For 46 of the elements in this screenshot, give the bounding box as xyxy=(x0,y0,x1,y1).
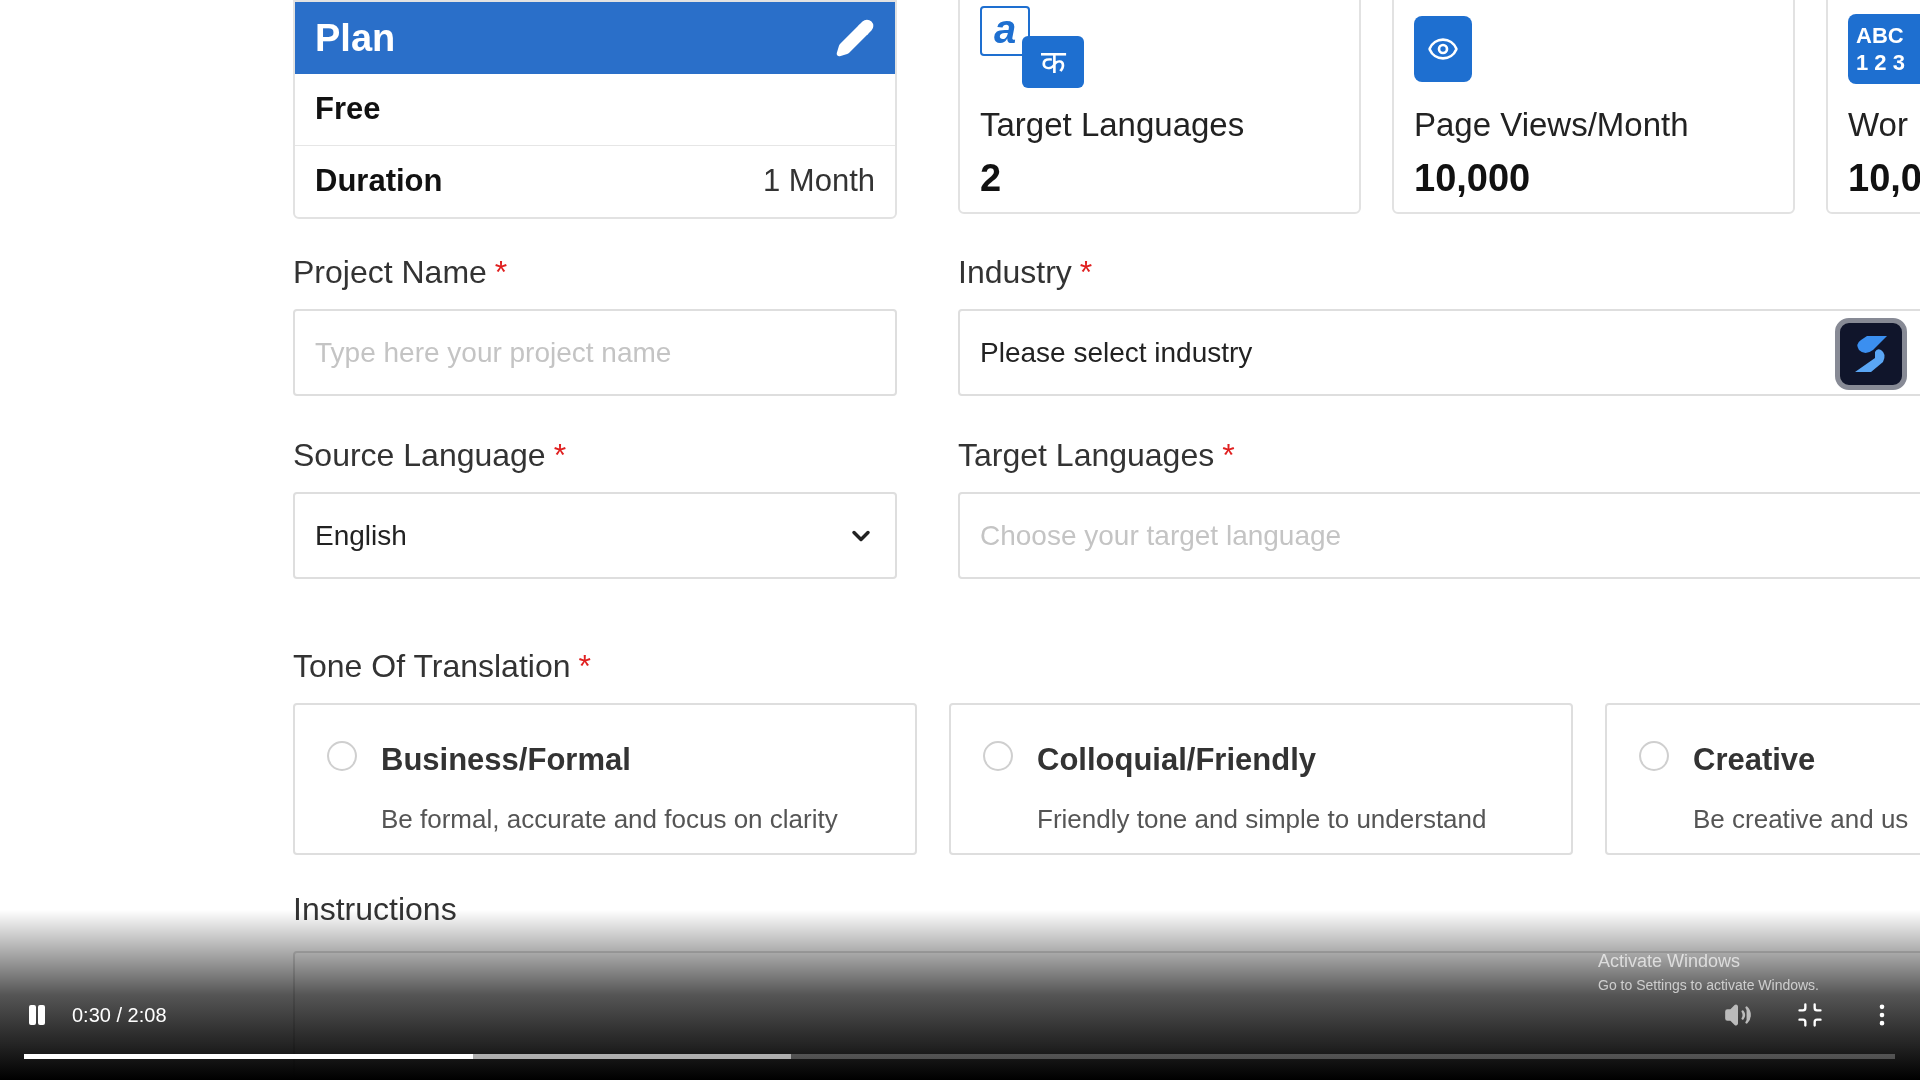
stat-value: 10,0 xyxy=(1848,155,1920,201)
option-description: Be formal, accurate and focus on clarity xyxy=(381,802,838,836)
option-title: Business/Formal xyxy=(381,741,632,779)
plan-name: Free xyxy=(315,90,381,129)
document-eye-icon xyxy=(1414,16,1472,82)
radio-button[interactable] xyxy=(1639,741,1669,771)
text-field[interactable]: Choose your target language xyxy=(958,492,1920,579)
field-label: Project Name xyxy=(293,253,487,291)
stat-label: Page Views/Month xyxy=(1414,105,1690,145)
required-asterisk: * xyxy=(553,436,567,474)
tone-option[interactable]: Colloquial/Friendly Friendly tone and simple to understand xyxy=(949,703,1573,855)
progress-track[interactable] xyxy=(24,1054,1895,1059)
field-label: Source Language xyxy=(293,436,546,474)
field-label: Industry xyxy=(958,253,1072,291)
integration-app-icon[interactable] xyxy=(1835,318,1907,390)
tone-option[interactable]: Business/Formal Be formal, accurate and focus on clarity xyxy=(293,703,917,855)
option-description: Friendly tone and simple to understand xyxy=(1037,802,1487,836)
stat-label: Wor xyxy=(1848,105,1909,145)
option-description: Be creative and us xyxy=(1693,802,1909,836)
field-label: Target Languages xyxy=(958,436,1215,474)
stat-label: Target Languages xyxy=(980,105,1246,145)
select-field[interactable]: Please select industry xyxy=(958,309,1920,396)
text-field[interactable]: Type here your project name xyxy=(293,309,897,396)
tone-option[interactable]: Creative Be creative and us xyxy=(1605,703,1920,855)
dropdown-field[interactable]: English xyxy=(293,492,897,579)
plan-title: Plan xyxy=(315,15,396,61)
duration-label: Duration xyxy=(315,162,443,201)
abc-123-icon: ABC 1 2 3 xyxy=(1848,14,1920,84)
option-title: Creative xyxy=(1693,741,1817,779)
required-asterisk: * xyxy=(494,253,508,291)
option-title: Colloquial/Friendly xyxy=(1037,741,1317,779)
section-label: Instructions xyxy=(293,891,457,927)
exit-fullscreen-icon[interactable] xyxy=(1796,1001,1824,1029)
required-asterisk: * xyxy=(1222,436,1235,474)
field-label: Tone Of Translation xyxy=(293,647,571,685)
activation-notice-title: Activate Windows xyxy=(1598,950,1742,973)
required-asterisk: * xyxy=(1079,253,1093,291)
edit-icon[interactable] xyxy=(835,18,875,58)
radio-button[interactable] xyxy=(983,741,1013,771)
radio-button[interactable] xyxy=(327,741,357,771)
playback-time: 0:30 / 2:08 xyxy=(72,1003,167,1028)
required-asterisk: * xyxy=(578,647,591,685)
activation-notice-text: Go to Settings to activate Windows. xyxy=(1598,976,1819,995)
duration-value: 1 Month xyxy=(763,162,875,201)
stat-value: 10,000 xyxy=(1414,155,1532,201)
stat-value: 2 xyxy=(980,155,1003,201)
